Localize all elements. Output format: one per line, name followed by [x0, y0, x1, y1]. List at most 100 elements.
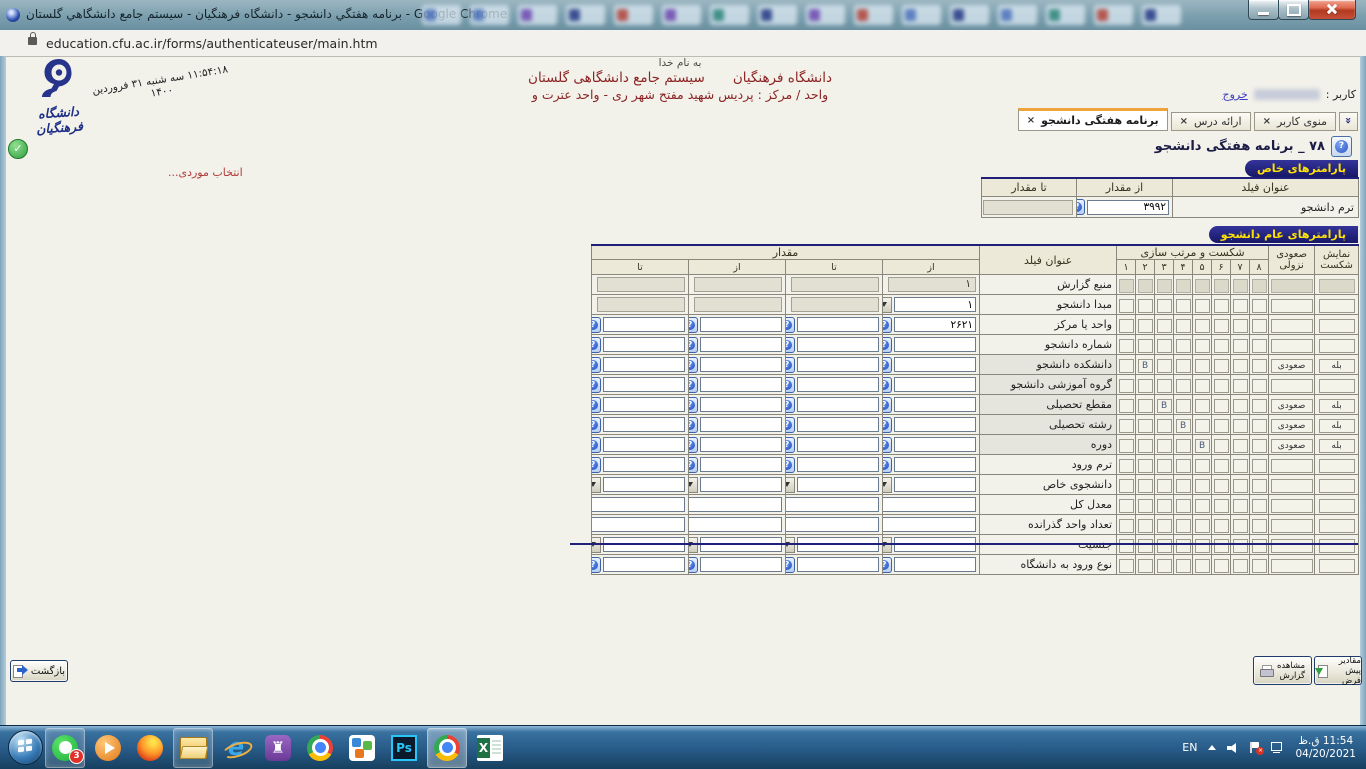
break-cell[interactable]	[1214, 419, 1229, 433]
break-cell[interactable]	[1138, 319, 1153, 333]
break-cell[interactable]	[1233, 459, 1248, 473]
view-report-button[interactable]: مشاهده گزارش	[1253, 656, 1312, 685]
help-icon[interactable]	[786, 437, 796, 453]
break-cell[interactable]	[1157, 379, 1172, 393]
taskbar-chrome-icon[interactable]	[301, 729, 339, 767]
help-icon[interactable]	[592, 357, 602, 373]
show-break-cell[interactable]: بله	[1319, 439, 1355, 453]
taskbar-whatsapp-icon[interactable]: 3	[45, 728, 85, 768]
blurred-bookmark-item[interactable]	[806, 5, 845, 25]
blurred-bookmark-item[interactable]	[710, 5, 749, 25]
break-cell[interactable]	[1214, 299, 1229, 313]
taskbar-excel-icon[interactable]	[471, 729, 509, 767]
dropdown-icon[interactable]	[689, 477, 699, 493]
break-cell[interactable]: B	[1138, 359, 1153, 373]
value-input[interactable]	[786, 497, 880, 512]
break-cell[interactable]	[1176, 479, 1191, 493]
break-cell[interactable]	[1119, 379, 1134, 393]
break-cell[interactable]	[1157, 539, 1172, 553]
help-icon[interactable]	[786, 557, 796, 573]
value-input[interactable]	[894, 317, 976, 332]
break-cell[interactable]	[1157, 359, 1172, 373]
maximize-button[interactable]	[1278, 0, 1309, 20]
break-cell[interactable]	[1157, 299, 1172, 313]
help-icon[interactable]	[689, 437, 699, 453]
help-icon[interactable]	[786, 337, 796, 353]
break-cell[interactable]	[1176, 559, 1191, 573]
blurred-bookmark-item[interactable]	[422, 5, 461, 25]
break-cell[interactable]	[1214, 459, 1229, 473]
break-cell[interactable]	[1195, 459, 1210, 473]
break-cell[interactable]	[1233, 359, 1248, 373]
taskbar-firefox-icon[interactable]	[131, 729, 169, 767]
dropdown-icon[interactable]	[592, 477, 602, 493]
show-break-cell[interactable]: بله	[1319, 419, 1355, 433]
value-input[interactable]	[797, 317, 879, 332]
break-cell[interactable]	[1252, 539, 1267, 553]
break-cell[interactable]	[1119, 559, 1134, 573]
value-input[interactable]	[894, 477, 976, 492]
break-cell[interactable]	[1195, 339, 1210, 353]
help-icon[interactable]	[592, 457, 602, 473]
help-icon[interactable]	[689, 397, 699, 413]
sort-direction-cell[interactable]	[1271, 319, 1313, 333]
break-cell[interactable]	[1138, 499, 1153, 513]
break-cell[interactable]	[1195, 519, 1210, 533]
value-input[interactable]	[894, 457, 976, 472]
value-input[interactable]	[797, 377, 879, 392]
break-cell[interactable]	[1214, 439, 1229, 453]
address-bar[interactable]: education.cfu.ac.ir/forms/authenticateus…	[0, 30, 1366, 57]
tab-course-offering[interactable]: ارائه درس	[1171, 112, 1251, 131]
sort-direction-cell[interactable]	[1271, 539, 1313, 553]
value-input[interactable]	[592, 517, 686, 532]
help-icon[interactable]	[883, 337, 893, 353]
value-input[interactable]	[894, 377, 976, 392]
break-cell[interactable]	[1176, 379, 1191, 393]
dropdown-icon[interactable]	[883, 477, 893, 493]
value-input[interactable]	[797, 357, 879, 372]
value-input[interactable]	[700, 417, 782, 432]
break-cell[interactable]	[1138, 399, 1153, 413]
break-cell[interactable]	[1195, 479, 1210, 493]
break-cell[interactable]	[1138, 299, 1153, 313]
blurred-bookmark-item[interactable]	[1094, 5, 1133, 25]
help-icon[interactable]	[786, 377, 796, 393]
break-cell[interactable]	[1252, 399, 1267, 413]
break-cell[interactable]	[1138, 519, 1153, 533]
break-cell[interactable]	[1157, 519, 1172, 533]
help-icon[interactable]	[689, 557, 699, 573]
blurred-bookmark-item[interactable]	[614, 5, 653, 25]
break-cell[interactable]	[1214, 339, 1229, 353]
value-input[interactable]	[797, 437, 879, 452]
value-input[interactable]	[797, 457, 879, 472]
value-input[interactable]	[700, 377, 782, 392]
break-cell[interactable]	[1252, 439, 1267, 453]
value-input[interactable]	[797, 397, 879, 412]
tab-close-icon[interactable]	[1180, 116, 1188, 127]
break-cell[interactable]	[1157, 419, 1172, 433]
value-input[interactable]	[700, 397, 782, 412]
lock-icon[interactable]	[28, 37, 37, 45]
help-icon[interactable]	[1331, 136, 1352, 157]
sort-direction-cell[interactable]	[1271, 299, 1313, 313]
volume-icon[interactable]	[1227, 743, 1239, 753]
value-input[interactable]	[883, 517, 977, 532]
network-icon[interactable]	[1271, 742, 1284, 753]
break-cell[interactable]	[1195, 379, 1210, 393]
value-input[interactable]	[603, 317, 685, 332]
url-text[interactable]: education.cfu.ac.ir/forms/authenticateus…	[46, 36, 378, 51]
blurred-bookmark-item[interactable]	[998, 5, 1037, 25]
break-cell[interactable]	[1157, 479, 1172, 493]
help-icon[interactable]	[883, 397, 893, 413]
blurred-bookmark-item[interactable]	[470, 5, 509, 25]
break-cell[interactable]	[1252, 379, 1267, 393]
break-cell[interactable]	[1195, 299, 1210, 313]
show-break-cell[interactable]	[1319, 379, 1355, 393]
break-cell[interactable]	[1252, 479, 1267, 493]
term-value-input[interactable]	[1087, 200, 1169, 215]
break-cell[interactable]	[1214, 479, 1229, 493]
break-cell[interactable]	[1119, 479, 1134, 493]
value-input[interactable]	[700, 357, 782, 372]
taskbar-clock[interactable]: 11:54 ق.ظ 04/20/2021	[1295, 735, 1356, 760]
taskbar-chess-app-icon[interactable]	[259, 729, 297, 767]
